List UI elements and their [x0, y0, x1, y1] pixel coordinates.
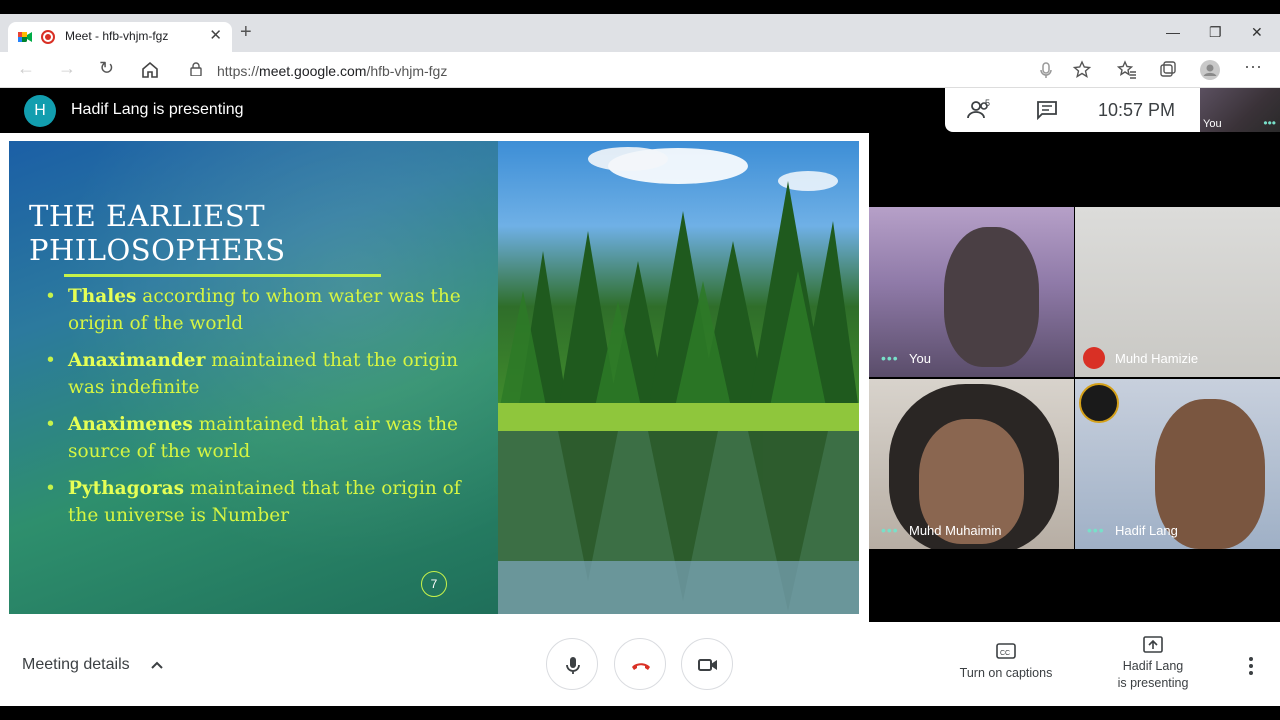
- audio-indicator-icon: •••: [1263, 116, 1276, 130]
- close-tab-icon[interactable]: ✕: [209, 26, 222, 44]
- refresh-icon[interactable]: ↻: [99, 58, 114, 79]
- slide-bullet-list: Thales according to whom water was the o…: [45, 283, 485, 539]
- participant-video: [944, 227, 1039, 367]
- chevron-up-icon[interactable]: [149, 657, 165, 673]
- forward-icon[interactable]: →: [58, 58, 76, 79]
- forest-lake-image: [498, 147, 859, 614]
- tab-title: Meet - hfb-vhjm-fgz: [65, 29, 169, 43]
- participant-name: Muhd Hamizie: [1115, 351, 1199, 366]
- back-icon[interactable]: ←: [17, 58, 35, 79]
- presenting-title: Hadif Lang is presenting: [71, 101, 244, 118]
- slide-bullet: Thales according to whom water was the o…: [45, 283, 485, 337]
- participant-name: Muhd Muhaimin: [909, 523, 1002, 538]
- meet-control-bar: Meeting details CC Turn on captions Hadi…: [0, 622, 1280, 706]
- recording-icon: [41, 30, 55, 44]
- address-bar[interactable]: https://meet.google.com/hfb-vhjm-fgz: [178, 56, 1098, 84]
- restore-icon[interactable]: ❐: [1209, 24, 1222, 41]
- microphone-icon: [566, 657, 580, 674]
- browser-tab-meet[interactable]: Meet - hfb-vhjm-fgz ✕: [8, 22, 232, 52]
- close-window-icon[interactable]: ✕: [1251, 24, 1263, 41]
- self-view-thumbnail[interactable]: You •••: [1200, 88, 1280, 132]
- closed-captions-icon: CC: [996, 643, 1016, 659]
- present-screen-icon: [1143, 636, 1163, 653]
- chat-icon[interactable]: [1036, 100, 1058, 120]
- participant-tile[interactable]: Muhd Hamizie: [1075, 207, 1280, 377]
- presentation-button[interactable]: Hadif Lang is presenting: [1105, 636, 1201, 692]
- captions-button[interactable]: CC Turn on captions: [955, 642, 1057, 680]
- participant-tile[interactable]: ••• Muhd Muhaimin: [869, 379, 1074, 549]
- school-logo-icon: [1079, 383, 1119, 423]
- microphone-permission-icon[interactable]: [1036, 60, 1056, 80]
- mic-off-icon: [1083, 347, 1105, 369]
- meeting-details-button[interactable]: Meeting details: [22, 656, 130, 674]
- presenter-avatar: H: [24, 95, 56, 127]
- camera-button[interactable]: [681, 638, 733, 690]
- browser-toolbar: ← → ↻ https://meet.google.com/hfb-vhjm-f…: [0, 52, 1280, 88]
- slide-title: THE EARLIEST PHILOSOPHERS: [29, 199, 286, 267]
- microphone-button[interactable]: [546, 638, 598, 690]
- participant-tile[interactable]: ••• Hadif Lang: [1075, 379, 1280, 549]
- camera-icon: [698, 659, 717, 671]
- participant-tile[interactable]: ••• You: [869, 207, 1074, 377]
- svg-text:CC: CC: [1000, 650, 1010, 657]
- slide-bullet: Anaximander maintained that the origin w…: [45, 347, 485, 401]
- meet-top-bar: 5 10:57 PM: [945, 88, 1200, 132]
- people-count: 5: [985, 98, 991, 108]
- slide-landscape-image: [498, 141, 859, 614]
- minimize-icon[interactable]: —: [1166, 24, 1180, 40]
- participant-name: You: [909, 351, 931, 366]
- slide-bullet: Pythagoras maintained that the origin of…: [45, 475, 485, 529]
- audio-indicator-icon: •••: [1087, 522, 1105, 538]
- presentation-label-line1: Hadif Lang: [1122, 659, 1184, 673]
- captions-label: Turn on captions: [959, 666, 1053, 680]
- add-favorite-icon[interactable]: [1072, 60, 1092, 80]
- title-underline: [64, 274, 381, 277]
- audio-indicator-icon: •••: [881, 522, 899, 538]
- url-text: https://meet.google.com/hfb-vhjm-fgz: [217, 63, 448, 79]
- presentation-stage: THE EARLIEST PHILOSOPHERS Thales accordi…: [0, 133, 869, 622]
- browser-tab-strip: Meet - hfb-vhjm-fgz ✕ + — ❐ ✕: [0, 14, 1280, 52]
- leave-call-button[interactable]: [614, 638, 666, 690]
- more-options-icon[interactable]: [1244, 656, 1258, 676]
- slide-page-number: 7: [421, 571, 447, 597]
- browser-menu-icon[interactable]: ···: [1244, 56, 1262, 77]
- collections-icon[interactable]: [1158, 60, 1178, 80]
- lock-icon: [190, 62, 202, 76]
- slide-text-panel: THE EARLIEST PHILOSOPHERS Thales accordi…: [9, 141, 498, 614]
- new-tab-icon[interactable]: +: [240, 22, 252, 42]
- home-icon[interactable]: [140, 60, 160, 80]
- google-meet-icon: [18, 32, 32, 42]
- end-call-icon: [632, 663, 650, 670]
- audio-indicator-icon: •••: [881, 350, 899, 366]
- profile-avatar-icon[interactable]: [1200, 60, 1220, 80]
- self-view-label: You: [1203, 118, 1222, 130]
- meeting-clock: 10:57 PM: [1098, 100, 1176, 120]
- presentation-label-line2: is presenting: [1117, 676, 1189, 690]
- screen: Meet - hfb-vhjm-fgz ✕ + — ❐ ✕ ← → ↻ http…: [0, 0, 1280, 720]
- participant-name: Hadif Lang: [1115, 523, 1178, 538]
- meet-view: H Hadif Lang is presenting 5 10:57 PM Yo…: [0, 88, 1280, 706]
- presentation-slide: THE EARLIEST PHILOSOPHERS Thales accordi…: [9, 141, 859, 614]
- favorites-icon[interactable]: [1117, 60, 1137, 80]
- slide-bullet: Anaximenes maintained that air was the s…: [45, 411, 485, 465]
